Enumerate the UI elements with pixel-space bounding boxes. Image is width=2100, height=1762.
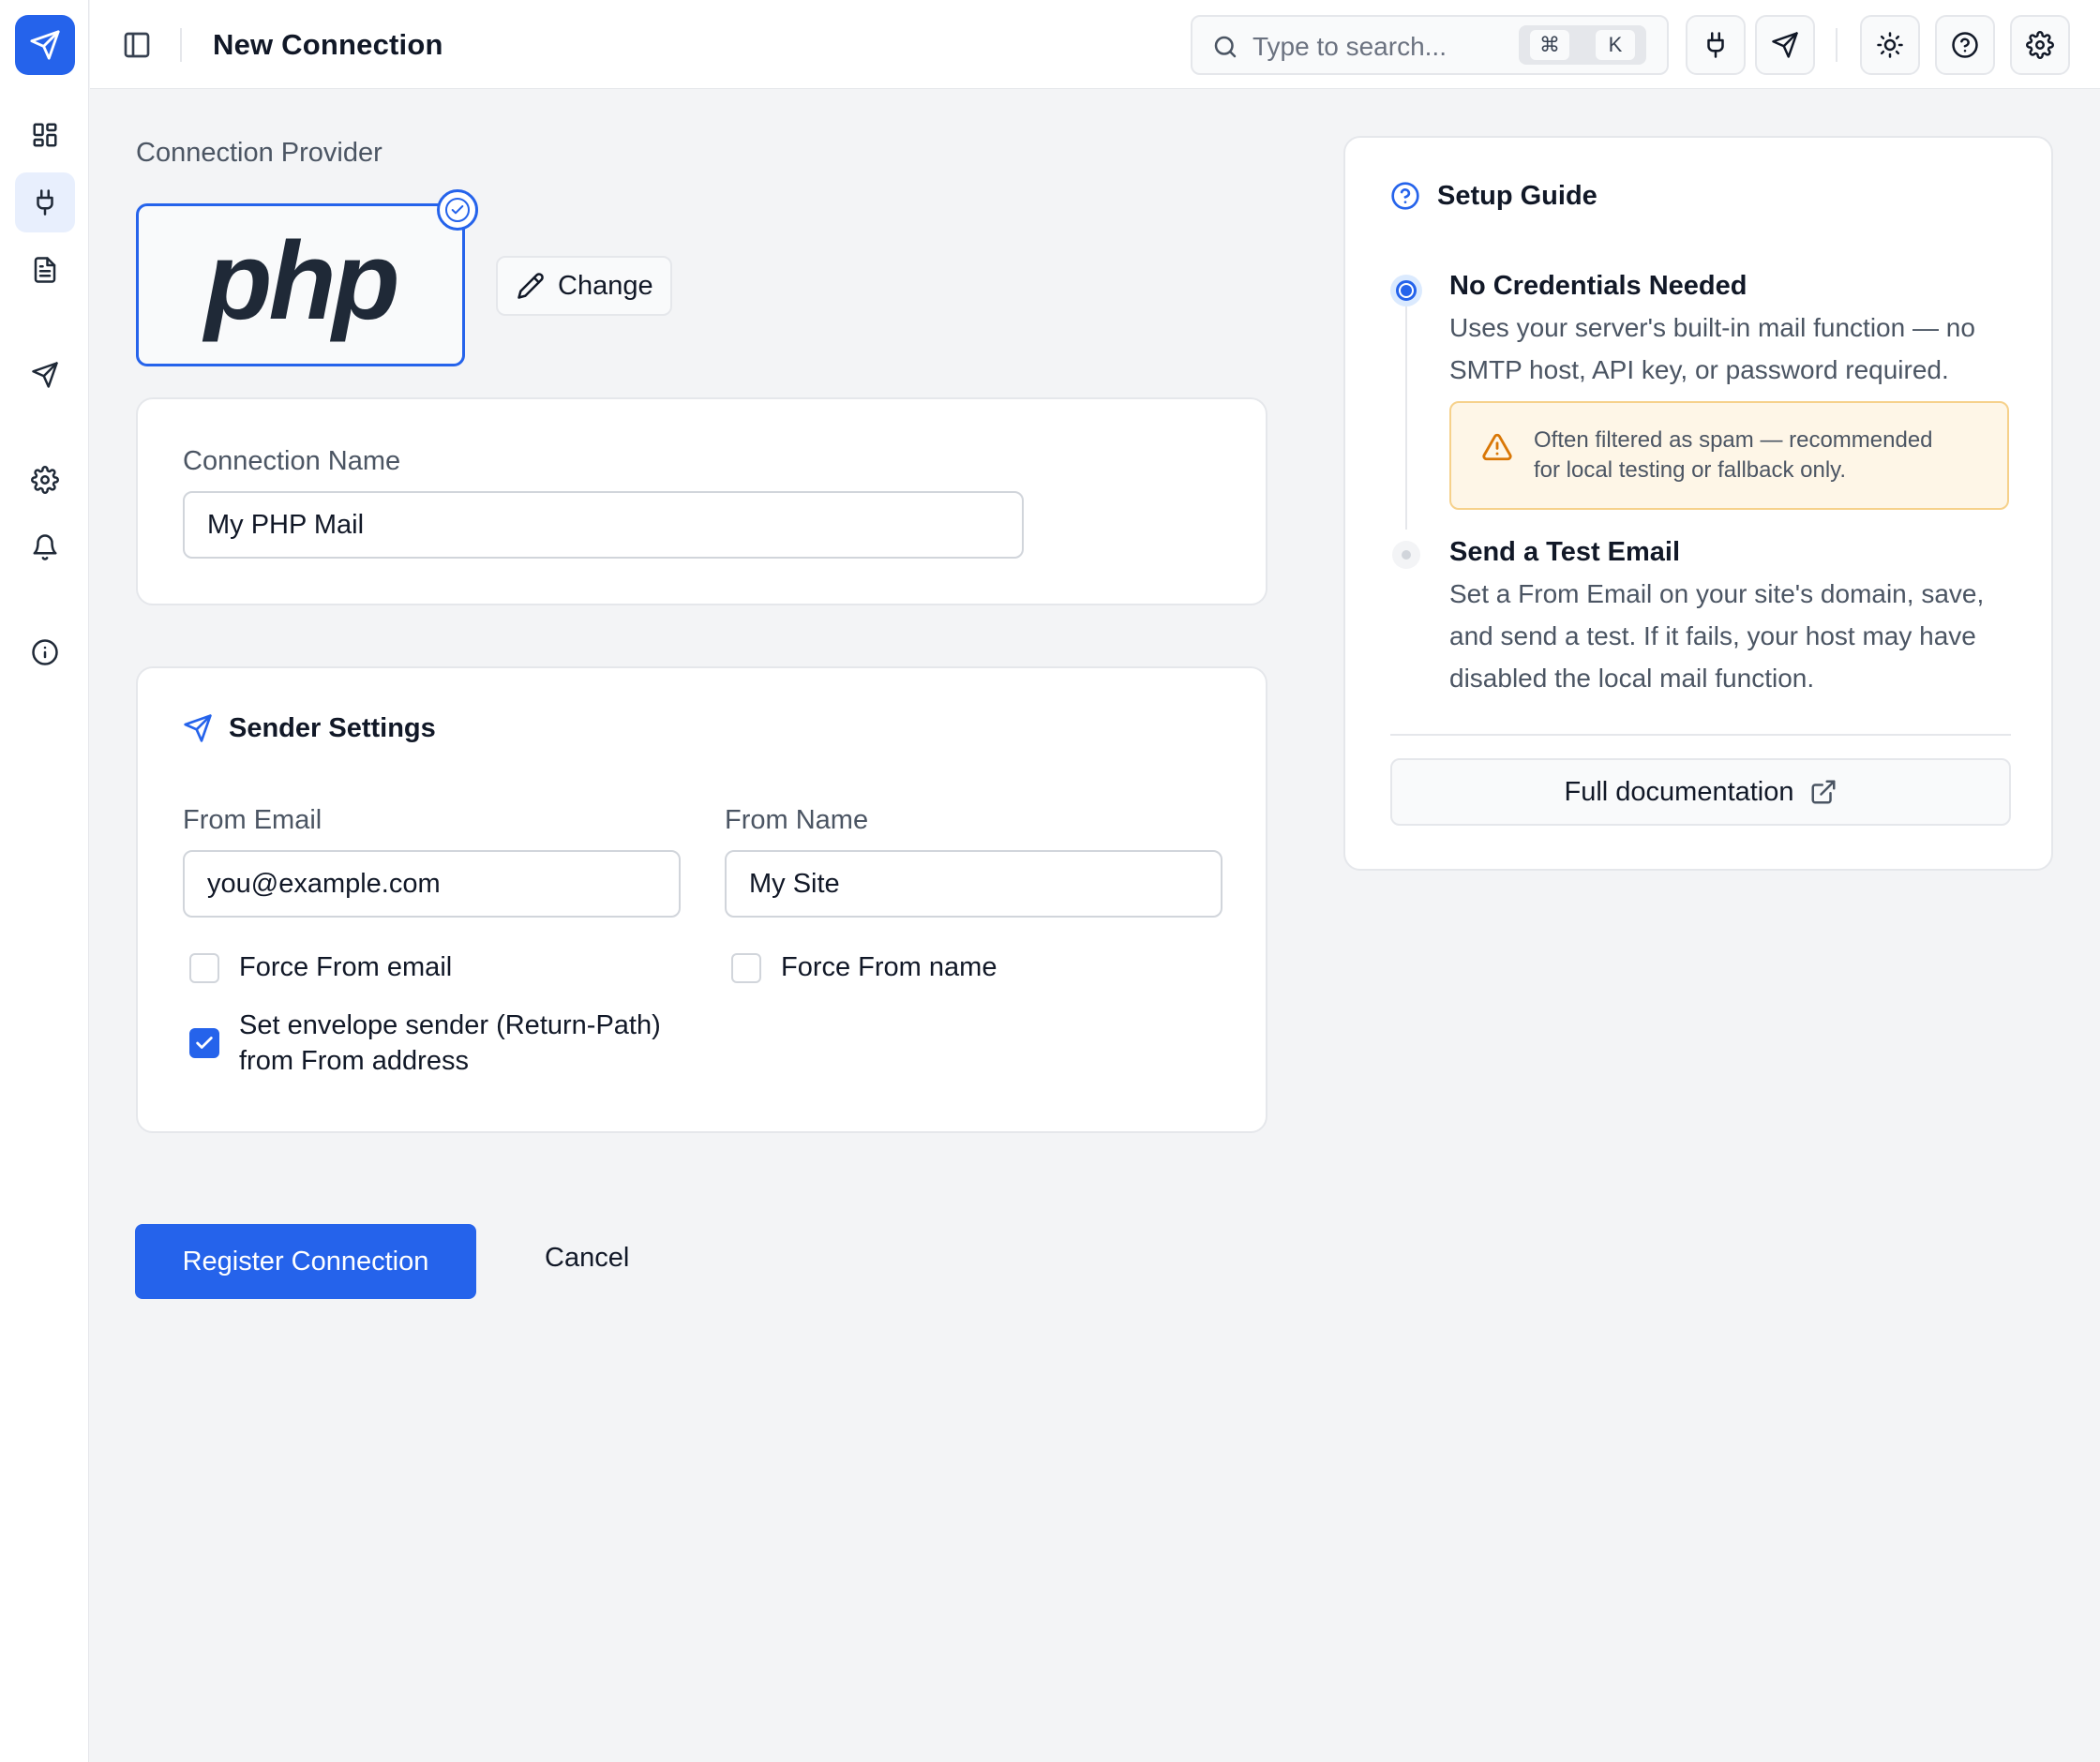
setup-guide-title: Setup Guide: [1437, 181, 1598, 211]
setup-guide-panel: Setup Guide No Credentials Needed Uses y…: [1343, 136, 2053, 871]
warning-text-line: for local testing or fallback only.: [1534, 457, 1847, 483]
step-description-line: disabled the local mail function.: [1449, 664, 1815, 693]
gear-icon: [2026, 31, 2054, 59]
sidebar-toggle-button[interactable]: [122, 30, 152, 60]
selected-badge: [437, 189, 478, 231]
connection-name-input[interactable]: My PHP Mail: [183, 491, 1024, 559]
connection-name-card: Connection Name My PHP Mail: [136, 397, 1268, 605]
sidebar-item-notifications[interactable]: [15, 517, 75, 577]
shortcut-key-k: K: [1596, 30, 1635, 60]
step-title: No Credentials Needed: [1449, 271, 1748, 301]
provider-label: Connection Provider: [136, 138, 382, 168]
sender-settings-title: Sender Settings: [229, 713, 436, 743]
file-text-icon: [34, 257, 56, 283]
header-actions-divider: [1836, 28, 1838, 62]
change-provider-button[interactable]: Change: [496, 256, 672, 316]
step-description-line: Set a From Email on your site's domain, …: [1449, 579, 1985, 608]
full-documentation-button[interactable]: Full documentation: [1390, 758, 2011, 826]
register-connection-button[interactable]: Register Connection: [135, 1224, 476, 1299]
connections-button[interactable]: [1686, 15, 1746, 75]
settings-button[interactable]: [2010, 15, 2070, 75]
sidebar-item-logs[interactable]: [15, 240, 75, 300]
from-name-label: From Name: [725, 805, 869, 835]
send-icon: [30, 30, 60, 60]
plug-icon: [1707, 32, 1724, 58]
change-button-label: Change: [558, 270, 653, 301]
sidebar-item-send-test[interactable]: [15, 345, 75, 405]
send-icon: [32, 362, 58, 388]
sun-icon: [1877, 32, 1903, 58]
shortcut-key-cmd: ⌘: [1530, 30, 1569, 60]
from-name-input[interactable]: My Site: [725, 850, 1222, 918]
from-email-input[interactable]: you@example.com: [183, 850, 681, 918]
top-header: New Connection Type to search... ⌘ K: [90, 0, 2100, 89]
external-link-icon: [1811, 780, 1836, 804]
php-logo: php: [204, 219, 399, 343]
step-description-line: Uses your server's built-in mail functio…: [1449, 313, 1975, 342]
force-from-email-checkbox[interactable]: [189, 953, 219, 983]
guide-divider: [1390, 734, 2011, 736]
help-circle-icon: [1391, 182, 1419, 210]
step-description-line: SMTP host, API key, or password required…: [1449, 355, 1949, 384]
provider-card-php[interactable]: php: [136, 203, 465, 366]
sidebar-item-about[interactable]: [15, 622, 75, 682]
search-input[interactable]: Type to search... ⌘ K: [1191, 15, 1669, 75]
sender-settings-card: Sender Settings From Email you@example.c…: [136, 666, 1268, 1133]
search-icon: [1214, 36, 1237, 58]
step-description: Set a From Email on your site's domain, …: [1449, 573, 2031, 699]
envelope-sender-label: Set envelope sender (Return-Path) from F…: [239, 1008, 661, 1079]
plug-icon: [37, 189, 53, 216]
page-title: New Connection: [213, 28, 443, 61]
envelope-sender-label-line2: from From address: [239, 1046, 469, 1076]
sidebar-item-connections[interactable]: [15, 172, 75, 232]
pencil-icon: [518, 273, 544, 299]
gear-icon: [31, 466, 59, 494]
dashboard-icon: [33, 123, 57, 147]
envelope-sender-label-line1: Set envelope sender (Return-Path): [239, 1010, 661, 1040]
send-test-button[interactable]: [1755, 15, 1815, 75]
spam-warning-callout: Often filtered as spam — recommended for…: [1449, 401, 2009, 510]
step-indicator-inactive: [1392, 541, 1420, 569]
sidebar-item-settings[interactable]: [15, 450, 75, 510]
sidebar-item-dashboard[interactable]: [15, 105, 75, 165]
cancel-button[interactable]: Cancel: [545, 1243, 629, 1274]
warning-text: Often filtered as spam — recommended for…: [1534, 426, 1984, 485]
warning-text-line: Often filtered as spam — recommended: [1534, 427, 1933, 453]
force-from-email-label: Force From email: [239, 952, 453, 982]
step-title: Send a Test Email: [1449, 537, 1681, 567]
info-icon: [32, 639, 58, 665]
panel-left-icon: [124, 32, 150, 58]
sidebar: [0, 0, 89, 1762]
force-from-name-checkbox[interactable]: [731, 953, 761, 983]
check-icon: [196, 1037, 213, 1049]
shortcut-hint: ⌘ K: [1519, 25, 1646, 65]
theme-toggle-button[interactable]: [1860, 15, 1920, 75]
bell-icon: [33, 534, 57, 560]
step-connector-line: [1405, 295, 1407, 530]
force-from-name-label: Force From name: [781, 952, 998, 982]
search-placeholder: Type to search...: [1252, 32, 1447, 61]
warning-triangle-icon: [1482, 433, 1512, 461]
send-icon: [184, 714, 212, 742]
from-email-label: From Email: [183, 805, 322, 835]
connection-name-label: Connection Name: [183, 446, 401, 476]
help-circle-icon: [1952, 32, 1978, 58]
step-indicator-active: [1390, 275, 1422, 306]
help-button[interactable]: [1935, 15, 1995, 75]
brand-logo[interactable]: [15, 15, 75, 75]
header-divider: [180, 28, 182, 62]
step-description: Uses your server's built-in mail functio…: [1449, 306, 2031, 391]
send-icon: [1772, 32, 1798, 58]
step-description-line: and send a test. If it fails, your host …: [1449, 621, 1976, 650]
check-icon: [451, 205, 464, 215]
envelope-sender-checkbox[interactable]: [189, 1028, 219, 1058]
full-documentation-label: Full documentation: [1564, 776, 1794, 807]
